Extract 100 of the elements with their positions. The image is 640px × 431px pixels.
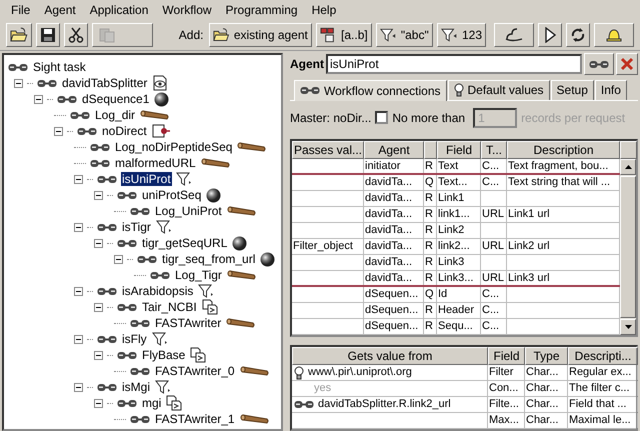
- table-cell: Link3...: [437, 271, 481, 285]
- add-button[interactable]: existing agent: [209, 23, 312, 47]
- add-button[interactable]: 123: [436, 23, 486, 47]
- tree-item[interactable]: Sight task: [32, 60, 87, 74]
- tree-item[interactable]: malformedURL: [114, 156, 197, 170]
- tree-item[interactable]: dSequence1: [81, 92, 150, 106]
- collapse-toggle[interactable]: [54, 126, 63, 136]
- column-header[interactable]: Field: [437, 141, 481, 159]
- collapse-toggle[interactable]: [74, 174, 83, 184]
- tree-item[interactable]: tigr_seq_from_url: [161, 252, 256, 266]
- collapse-toggle[interactable]: [74, 382, 83, 392]
- table-row[interactable]: davidTa... Q Text... C... Text string that will ...: [292, 175, 620, 191]
- tree-item[interactable]: Log_noDirPeptideSeq: [114, 140, 234, 154]
- collapse-toggle[interactable]: [94, 398, 103, 408]
- toolbar-button[interactable]: [64, 23, 88, 47]
- tree-item[interactable]: FASTAwriter: [154, 316, 222, 330]
- tab[interactable]: Default values: [448, 80, 550, 100]
- collapse-toggle[interactable]: [14, 78, 23, 88]
- scrollbar[interactable]: [620, 159, 636, 335]
- globe-icon: [260, 252, 276, 266]
- menu-item[interactable]: Application: [82, 3, 156, 17]
- tab[interactable]: Info: [594, 80, 627, 100]
- table-row[interactable]: davidTa... R Link1: [292, 191, 620, 207]
- tree-item[interactable]: Log_UniProt: [154, 204, 223, 218]
- tree-item[interactable]: FASTAwriter_1: [154, 412, 236, 426]
- table-cell: Sequ...: [437, 319, 481, 334]
- bead-chain-icon: [97, 222, 117, 232]
- tree-item[interactable]: Log_dir: [94, 108, 136, 122]
- column-header[interactable]: Gets value from: [292, 347, 488, 365]
- table-cell: yes: [314, 381, 332, 396]
- log-icon: [226, 205, 257, 217]
- toolbar-button[interactable]: [6, 23, 32, 47]
- column-header[interactable]: Descripti...: [568, 347, 638, 365]
- toolbar-button[interactable]: [538, 23, 562, 47]
- column-header[interactable]: [424, 141, 437, 159]
- table-cell: Regular ex...: [568, 365, 638, 380]
- collapse-toggle[interactable]: [94, 190, 103, 200]
- menu-item[interactable]: Programming: [218, 3, 305, 17]
- menu-item[interactable]: File: [4, 3, 38, 17]
- tree-item[interactable]: davidTabSplitter: [61, 76, 148, 90]
- toolbar-button[interactable]: [594, 23, 634, 47]
- collapse-toggle[interactable]: [94, 238, 103, 248]
- tree-item[interactable]: FlyBase: [141, 348, 186, 362]
- table-row[interactable]: Filter_object davidTa... R link2... URL Link2 url: [292, 239, 620, 255]
- tree-item[interactable]: isTigr: [121, 220, 152, 234]
- tree-item[interactable]: tigr_getSeqURL: [141, 236, 228, 250]
- collapse-toggle[interactable]: [94, 350, 103, 360]
- table-row[interactable]: davidTa... R Link2: [292, 223, 620, 239]
- table-row[interactable]: davidTa... R Link3: [292, 255, 620, 271]
- tab[interactable]: Workflow connections: [294, 80, 446, 101]
- table-row[interactable]: dSequen... Q Id C...: [292, 287, 620, 303]
- menu-item[interactable]: Help: [304, 3, 344, 17]
- agent-name-field[interactable]: isUniProt: [326, 54, 582, 74]
- table-cell: R: [424, 159, 437, 173]
- add-button[interactable]: "abc": [376, 23, 433, 47]
- bead-chain-icon: [137, 254, 157, 264]
- table-row[interactable]: dSequen... R Sequ... C...: [292, 319, 620, 335]
- tree-item[interactable]: noDirect: [101, 124, 148, 138]
- tab[interactable]: Setup: [550, 80, 594, 100]
- toolbar-button[interactable]: [36, 23, 60, 47]
- tree-item[interactable]: uniProtSeq: [141, 188, 202, 202]
- table-row[interactable]: davidTa... R link1... URL Link1 url: [292, 207, 620, 223]
- collapse-toggle[interactable]: [74, 222, 83, 232]
- toolbar-button[interactable]: [566, 23, 590, 47]
- table-row[interactable]: davidTa... R Link3... URL Link3 url: [292, 271, 620, 287]
- toolbar-button[interactable]: [494, 23, 534, 47]
- collapse-toggle[interactable]: [114, 254, 123, 264]
- bead-chain-icon: [97, 286, 117, 296]
- globe-icon: [154, 92, 170, 106]
- column-header[interactable]: Description: [507, 141, 620, 159]
- close-button[interactable]: [616, 53, 638, 76]
- tree-item[interactable]: isMgi: [121, 380, 152, 394]
- collapse-toggle[interactable]: [34, 94, 43, 104]
- add-button[interactable]: [a..b]: [316, 23, 372, 47]
- tree-item[interactable]: isFly: [121, 332, 148, 346]
- column-header[interactable]: Passes val...: [292, 141, 364, 159]
- collapse-toggle[interactable]: [74, 334, 83, 344]
- tree-item[interactable]: Log_Tigr: [174, 268, 223, 282]
- table-cell: R: [424, 271, 437, 285]
- tree-item[interactable]: mgi: [141, 396, 162, 410]
- bead-chain-icon: [97, 382, 117, 392]
- collapse-toggle[interactable]: [74, 286, 83, 296]
- menu-item[interactable]: Agent: [37, 3, 83, 17]
- tree-item[interactable]: isUniProt: [121, 172, 172, 186]
- log-icon: [240, 413, 270, 425]
- column-header[interactable]: Field: [488, 347, 525, 365]
- column-header[interactable]: T...: [481, 141, 507, 159]
- table-cell: Filter: [488, 365, 525, 380]
- menu-item[interactable]: Workflow: [155, 3, 219, 17]
- tree-item[interactable]: FASTAwriter_0: [154, 364, 236, 378]
- column-header[interactable]: Type: [525, 347, 568, 365]
- tree-item[interactable]: isArabidopsis: [121, 284, 194, 298]
- table-row[interactable]: initiator R Text C... Text fragment, bou...: [292, 159, 620, 175]
- table-row[interactable]: dSequen... R Header C...: [292, 303, 620, 319]
- tree-item[interactable]: Tair_NCBI: [141, 300, 198, 314]
- folder-icon: [213, 27, 230, 43]
- column-header[interactable]: Agent: [364, 141, 424, 159]
- agent-button[interactable]: [584, 53, 614, 76]
- collapse-toggle[interactable]: [94, 302, 103, 312]
- log-icon: [226, 317, 256, 329]
